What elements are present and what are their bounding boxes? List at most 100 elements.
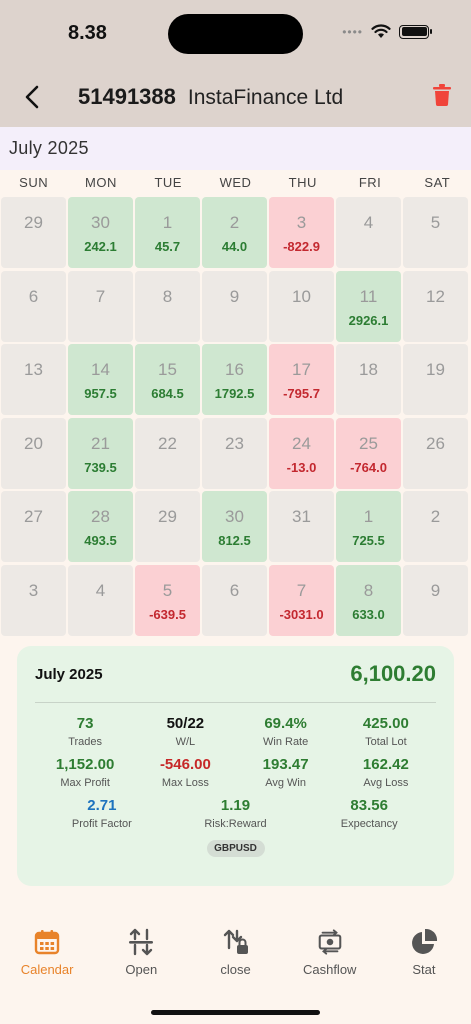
stat-item: 50/22 W/L bbox=[135, 715, 235, 748]
stat-label: W/L bbox=[175, 736, 196, 748]
day-pnl: -764.0 bbox=[350, 459, 387, 475]
calendar-day-cell[interactable]: 1 725.5 bbox=[336, 491, 401, 563]
day-number: 5 bbox=[430, 213, 441, 232]
calendar-day-cell[interactable]: 10 bbox=[269, 270, 334, 342]
day-pnl: 812.5 bbox=[218, 533, 251, 549]
day-pnl: 1792.5 bbox=[214, 386, 255, 402]
wifi-icon bbox=[371, 24, 391, 38]
status-bar: 8.38 •••• bbox=[0, 0, 471, 70]
app-header: 51491388 InstaFinance Ltd bbox=[0, 70, 471, 127]
calendar-day-cell[interactable]: 19 bbox=[403, 344, 468, 416]
weekday-label: SAT bbox=[424, 175, 451, 190]
calendar-day-cell[interactable]: 14 957.5 bbox=[68, 344, 133, 416]
day-number: 6 bbox=[28, 286, 39, 306]
calendar-day-cell[interactable]: 3 bbox=[1, 564, 66, 636]
day-number: 3 bbox=[28, 580, 39, 600]
stat-label: Trades bbox=[68, 736, 103, 748]
calendar-day-cell[interactable]: 8 bbox=[135, 270, 200, 342]
calendar-day-cell[interactable]: 9 bbox=[202, 270, 267, 342]
stat-value: 73 bbox=[76, 715, 94, 732]
stat-value: 83.56 bbox=[350, 797, 388, 814]
calendar-day-cell[interactable]: 21 739.5 bbox=[68, 417, 133, 489]
calendar-day-cell[interactable]: 4 bbox=[68, 564, 133, 636]
back-button[interactable] bbox=[18, 82, 46, 112]
calendar-day-cell[interactable]: 2 44.0 bbox=[202, 197, 267, 268]
stats-row: 1,152.00 Max Profit -546.00 Max Loss 193.47 A… bbox=[35, 756, 436, 789]
calendar-day-cell[interactable]: 31 bbox=[269, 491, 334, 563]
day-number: 19 bbox=[426, 360, 445, 380]
calendar-day-cell[interactable]: 26 bbox=[403, 417, 468, 489]
calendar-day-cell[interactable]: 11 2926.1 bbox=[336, 270, 401, 342]
calendar-day-cell[interactable]: 5 bbox=[403, 197, 468, 268]
dynamic-island bbox=[168, 14, 303, 54]
stat-item: 1.19 Risk:Reward bbox=[169, 797, 303, 830]
open-trades-icon bbox=[127, 928, 155, 956]
weekday-label: THU bbox=[288, 175, 317, 190]
stat-label: Win Rate bbox=[263, 736, 309, 748]
stat-value: 2.71 bbox=[87, 797, 117, 814]
calendar-day-cell[interactable]: 12 bbox=[403, 270, 468, 342]
tab-label: close bbox=[220, 962, 251, 977]
calendar-day-cell[interactable]: 24 -13.0 bbox=[269, 417, 334, 489]
home-indicator bbox=[151, 1010, 320, 1015]
day-number: 8 bbox=[363, 580, 374, 600]
day-pnl: 493.5 bbox=[84, 533, 117, 549]
calendar-day-cell[interactable]: 27 bbox=[1, 491, 66, 563]
calendar-day-cell[interactable]: 13 bbox=[1, 344, 66, 416]
calendar-day-cell[interactable]: 15 684.5 bbox=[135, 344, 200, 416]
calendar-day-cell[interactable]: 28 493.5 bbox=[68, 491, 133, 563]
stat-item: 83.56 Expectancy bbox=[302, 797, 436, 830]
calendar-day-cell[interactable]: 29 bbox=[135, 491, 200, 563]
day-number: 29 bbox=[158, 507, 177, 527]
calendar-day-cell[interactable]: 23 bbox=[202, 417, 267, 489]
calendar-day-cell[interactable]: 1 45.7 bbox=[135, 197, 200, 268]
delete-button[interactable] bbox=[433, 84, 455, 110]
day-pnl: 44.0 bbox=[221, 239, 248, 254]
tab-stat[interactable]: Stat bbox=[377, 928, 471, 988]
calendar-day-cell[interactable]: 6 bbox=[202, 564, 267, 636]
cellular-signal-icon: •••• bbox=[342, 24, 363, 39]
calendar-day-cell[interactable]: 29 bbox=[1, 197, 66, 268]
day-pnl: -13.0 bbox=[286, 459, 317, 475]
stat-item: 1,152.00 Max Profit bbox=[35, 756, 135, 789]
bottom-tab-bar: Calendar Open close Cashflow Stat bbox=[0, 928, 471, 988]
tab-close[interactable]: close bbox=[188, 928, 282, 988]
calendar-day-cell[interactable]: 4 bbox=[336, 197, 401, 268]
day-number: 10 bbox=[292, 286, 311, 306]
calendar-day-cell[interactable]: 9 bbox=[403, 564, 468, 636]
day-pnl: 957.5 bbox=[84, 386, 117, 402]
calendar-day-cell[interactable]: 16 1792.5 bbox=[202, 344, 267, 416]
calendar-day-cell[interactable]: 30 812.5 bbox=[202, 491, 267, 563]
calendar-day-cell[interactable]: 22 bbox=[135, 417, 200, 489]
calendar-day-cell[interactable]: 6 bbox=[1, 270, 66, 342]
tab-label: Open bbox=[125, 962, 158, 977]
calendar-day-cell[interactable]: 30 242.1 bbox=[68, 197, 133, 268]
day-pnl: 242.1 bbox=[84, 239, 117, 254]
currency-pair-chip[interactable]: GBPUSD bbox=[206, 840, 265, 857]
tab-cashflow[interactable]: Cashflow bbox=[283, 928, 377, 988]
weekday-label: TUE bbox=[154, 175, 182, 190]
calendar-day-cell[interactable]: 2 bbox=[403, 491, 468, 563]
calendar-day-cell[interactable]: 8 633.0 bbox=[336, 564, 401, 636]
calendar-day-cell[interactable]: 3 -822.9 bbox=[269, 197, 334, 268]
stat-value: 1,152.00 bbox=[55, 756, 115, 773]
calendar-day-cell[interactable]: 7 -3031.0 bbox=[269, 564, 334, 636]
day-number: 15 bbox=[158, 360, 177, 380]
day-number: 12 bbox=[426, 286, 445, 306]
calendar-day-cell[interactable]: 7 bbox=[68, 270, 133, 342]
tab-open[interactable]: Open bbox=[94, 928, 188, 988]
stat-label: Total Lot bbox=[365, 736, 407, 748]
month-selector[interactable]: July 2025 bbox=[0, 127, 471, 170]
pie-chart-icon bbox=[410, 928, 438, 956]
calendar-day-cell[interactable]: 18 bbox=[336, 344, 401, 416]
calendar-day-cell[interactable]: 5 -639.5 bbox=[135, 564, 200, 636]
tab-calendar[interactable]: Calendar bbox=[0, 928, 94, 988]
calendar-day-cell[interactable]: 17 -795.7 bbox=[269, 344, 334, 416]
weekday-label: WED bbox=[219, 175, 252, 190]
day-number: 28 bbox=[91, 507, 110, 527]
stat-value: 1.19 bbox=[220, 797, 251, 814]
stat-label: Max Profit bbox=[60, 777, 110, 789]
day-pnl: -822.9 bbox=[283, 239, 320, 254]
calendar-day-cell[interactable]: 25 -764.0 bbox=[336, 417, 401, 489]
calendar-day-cell[interactable]: 20 bbox=[1, 417, 66, 489]
